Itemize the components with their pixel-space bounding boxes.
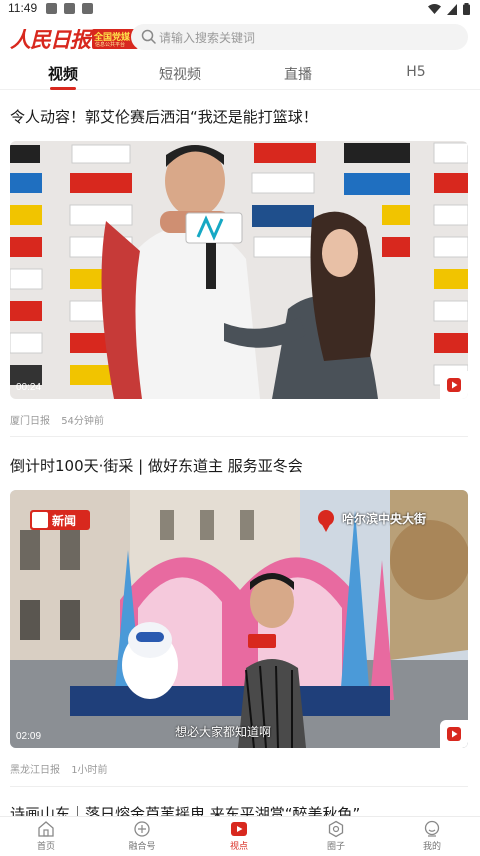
circle-icon xyxy=(328,820,344,838)
video-thumbnail[interactable]: 新闻 哈尔滨中央大街 想必大家都知道啊 02:09 xyxy=(10,490,468,748)
nav-circle[interactable]: 圈子 xyxy=(306,820,366,852)
notification-icon xyxy=(82,3,93,14)
feed-item[interactable]: 诗画山东｜落日熔金芦苇摇曳 来东平湖赏“醉美秋色” xyxy=(10,803,468,816)
feed-item-meta: 黑龙江日报 1小时前 xyxy=(10,761,108,776)
play-icon xyxy=(447,727,461,741)
tab-video[interactable]: 视频 xyxy=(23,63,103,84)
nav-home[interactable]: 首页 xyxy=(16,820,76,852)
play-button[interactable] xyxy=(440,371,468,399)
bottom-navigation: 首页 融合号 视点 圈子 我的 xyxy=(0,816,480,856)
search-icon xyxy=(141,29,156,44)
feed-item-source: 黑龙江日报 xyxy=(10,765,60,776)
play-button[interactable] xyxy=(440,720,468,748)
divider xyxy=(10,436,468,437)
notification-icon xyxy=(64,3,75,14)
nav-profile[interactable]: 我的 xyxy=(402,820,462,852)
home-icon xyxy=(38,821,54,837)
status-bar: 11:49 xyxy=(0,0,480,18)
feed-item-title[interactable]: 倒计时100天·街采 | 做好东道主 服务亚冬会 xyxy=(10,455,468,476)
app-logo[interactable]: 人民日报 全国党媒 信息公共平台 xyxy=(10,24,138,54)
user-icon xyxy=(424,820,440,837)
nav-label: 我的 xyxy=(422,842,441,852)
nav-media[interactable]: 融合号 xyxy=(112,820,172,852)
app-header: 人民日报 全国党媒 信息公共平台 请输入搜索关键词 xyxy=(0,18,480,58)
harbin-street-thumbnail xyxy=(10,490,468,748)
feed-item-title[interactable]: 诗画山东｜落日熔金芦苇摇曳 来东平湖赏“醉美秋色” xyxy=(10,803,468,816)
overlay-location: 哈尔滨中央大街 xyxy=(342,512,427,526)
media-icon xyxy=(134,821,150,837)
basketball-interview-thumbnail xyxy=(10,141,468,399)
video-duration: 02:09 xyxy=(16,731,42,742)
video-icon xyxy=(231,822,247,836)
status-time: 11:49 xyxy=(8,1,38,15)
tab-live[interactable]: 直播 xyxy=(258,64,338,84)
tab-short-video[interactable]: 短视频 xyxy=(140,64,220,84)
feed-item-time: 1小时前 xyxy=(71,765,108,776)
overlay-subtitle: 想必大家都知道啊 xyxy=(175,725,272,739)
logo-badge-subtext: 信息公共平台 xyxy=(95,42,126,48)
feed-item-meta: 厦门日报 54分钟前 xyxy=(10,412,104,427)
nav-video[interactable]: 视点 xyxy=(209,820,269,852)
nav-label: 圈子 xyxy=(326,842,345,852)
nav-label: 首页 xyxy=(36,842,55,852)
video-thumbnail[interactable]: 00:24 xyxy=(10,141,468,399)
feed-item[interactable]: 令人动容！郭艾伦赛后洒泪“我还是能打篮球！ 00:24 厦门日报 54分钟前 xyxy=(10,106,468,427)
channel-tabs: 视频 短视频 直播 H5 xyxy=(0,58,480,90)
feed-item[interactable]: 倒计时100天·街采 | 做好东道主 服务亚冬会 新闻 哈尔滨中央大街 想必大家… xyxy=(10,455,468,776)
search-input[interactable]: 请输入搜索关键词 xyxy=(131,24,468,50)
logo-text: 人民日报 xyxy=(10,27,91,52)
tab-h5[interactable]: H5 xyxy=(376,64,456,80)
active-tab-indicator xyxy=(50,87,76,90)
overlay-brand: 新闻 xyxy=(52,514,77,528)
search-placeholder: 请输入搜索关键词 xyxy=(159,31,256,45)
feed-item-time: 54分钟前 xyxy=(61,416,104,427)
nav-label: 融合号 xyxy=(128,842,156,852)
nav-label: 视点 xyxy=(229,842,248,852)
signal-icon xyxy=(447,3,457,15)
feed-item-source: 厦门日报 xyxy=(10,416,50,427)
battery-icon xyxy=(463,3,470,15)
play-icon xyxy=(447,378,461,392)
feed-item-title[interactable]: 令人动容！郭艾伦赛后洒泪“我还是能打篮球！ xyxy=(10,106,468,127)
wifi-icon xyxy=(428,3,441,14)
video-duration: 00:24 xyxy=(16,382,42,393)
notification-icon xyxy=(46,3,57,14)
divider xyxy=(10,786,468,787)
